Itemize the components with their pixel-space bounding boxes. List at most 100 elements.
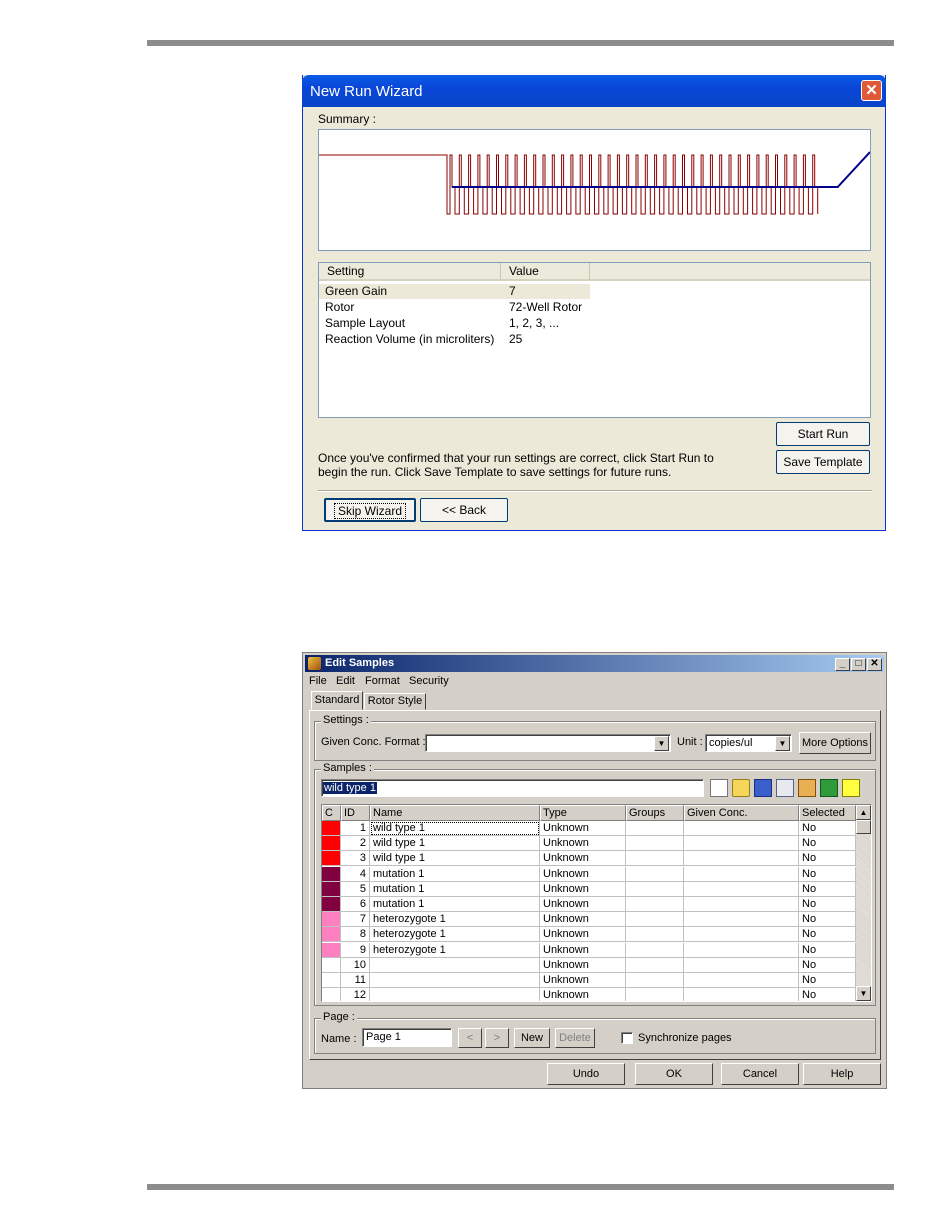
cell-groups[interactable] — [626, 821, 684, 836]
cell-selected[interactable]: No — [799, 881, 856, 897]
col-header-id[interactable]: ID — [341, 805, 370, 821]
cell-conc[interactable] — [684, 866, 799, 882]
cell-groups[interactable] — [626, 851, 684, 867]
cell-type[interactable]: Unknown — [540, 957, 626, 973]
table-row[interactable]: 6 mutation 1 Unknown No — [322, 897, 856, 912]
color-swatch[interactable] — [322, 988, 341, 1001]
setting-cell[interactable]: Rotor — [325, 300, 354, 315]
cell-selected[interactable]: No — [799, 942, 856, 958]
chevron-down-icon[interactable]: ▼ — [654, 736, 669, 751]
col-header-type[interactable]: Type — [540, 805, 626, 821]
help-button[interactable]: Help — [803, 1063, 881, 1085]
unit-select[interactable]: copies/ul ▼ — [705, 734, 792, 752]
skip-wizard-button[interactable]: Skip Wizard — [324, 498, 416, 522]
table-row[interactable]: 5 mutation 1 Unknown No — [322, 881, 856, 897]
open-icon[interactable] — [732, 779, 750, 797]
cell-id[interactable]: 10 — [341, 957, 370, 973]
cell-groups[interactable] — [626, 912, 684, 928]
sample-name-input[interactable]: wild type 1 — [321, 779, 704, 797]
cell-selected[interactable]: No — [799, 957, 856, 973]
menu-security[interactable]: Security — [409, 675, 449, 687]
cell-conc[interactable] — [684, 988, 799, 1001]
cell-id[interactable]: 12 — [341, 988, 370, 1001]
cell-id[interactable]: 8 — [341, 927, 370, 943]
cell-id[interactable]: 2 — [341, 836, 370, 852]
color-swatch[interactable] — [322, 912, 341, 928]
cell-name[interactable]: wild type 1 — [370, 836, 540, 852]
highlight-icon[interactable] — [842, 779, 860, 797]
color-swatch[interactable] — [322, 881, 341, 897]
cell-name[interactable]: heterozygote 1 — [370, 912, 540, 928]
cell-type[interactable]: Unknown — [540, 927, 626, 943]
color-swatch[interactable] — [322, 897, 341, 912]
col-header-given-conc[interactable]: Given Conc. — [684, 805, 799, 821]
value-cell[interactable]: 25 — [509, 332, 522, 347]
table-row[interactable]: 12 Unknown No — [322, 988, 856, 1001]
cell-selected[interactable]: No — [799, 836, 856, 852]
cell-conc[interactable] — [684, 821, 799, 836]
cell-conc[interactable] — [684, 973, 799, 988]
cell-name[interactable] — [370, 973, 540, 988]
table-row[interactable]: 9 heterozygote 1 Unknown No — [322, 942, 856, 958]
cancel-button[interactable]: Cancel — [721, 1063, 799, 1085]
delete-page-button[interactable]: Delete — [555, 1028, 595, 1048]
cell-conc[interactable] — [684, 897, 799, 912]
value-cell[interactable]: 7 — [509, 284, 516, 299]
chevron-down-icon[interactable]: ▼ — [775, 736, 790, 751]
color-swatch[interactable] — [322, 821, 341, 836]
cell-id[interactable]: 3 — [341, 851, 370, 867]
scroll-down-icon[interactable]: ▼ — [856, 986, 871, 1001]
cell-type[interactable]: Unknown — [540, 942, 626, 958]
cell-selected[interactable]: No — [799, 973, 856, 988]
setting-cell[interactable]: Reaction Volume (in microliters) — [325, 332, 494, 347]
value-cell[interactable]: 1, 2, 3, ... — [509, 316, 559, 331]
color-swatch[interactable] — [322, 927, 341, 943]
table-row[interactable]: 11 Unknown No — [322, 973, 856, 988]
cell-groups[interactable] — [626, 881, 684, 897]
setting-column-header[interactable]: Setting — [319, 263, 501, 281]
color-swatch[interactable] — [322, 851, 341, 867]
cell-id[interactable]: 5 — [341, 881, 370, 897]
tab-rotor-style[interactable]: Rotor Style — [364, 693, 426, 710]
cell-type[interactable]: Unknown — [540, 836, 626, 852]
cell-conc[interactable] — [684, 881, 799, 897]
table-row[interactable]: 3 wild type 1 Unknown No — [322, 851, 856, 867]
cell-groups[interactable] — [626, 927, 684, 943]
table-row[interactable]: 8 heterozygote 1 Unknown No — [322, 927, 856, 943]
cell-conc[interactable] — [684, 957, 799, 973]
value-cell[interactable]: 72-Well Rotor — [509, 300, 582, 315]
table-row[interactable]: 4 mutation 1 Unknown No — [322, 866, 856, 882]
cell-id[interactable]: 4 — [341, 866, 370, 882]
menu-edit[interactable]: Edit — [336, 675, 355, 687]
menu-file[interactable]: File — [309, 675, 327, 687]
cell-name[interactable] — [370, 988, 540, 1001]
scroll-up-icon[interactable]: ▲ — [856, 805, 871, 820]
synchronize-checkbox[interactable] — [621, 1032, 633, 1044]
setting-cell[interactable]: Green Gain — [325, 284, 387, 299]
undo-button[interactable]: Undo — [547, 1063, 625, 1085]
cell-id[interactable]: 11 — [341, 973, 370, 988]
cell-conc[interactable] — [684, 836, 799, 852]
table-row[interactable]: 7 heterozygote 1 Unknown No — [322, 912, 856, 928]
close-icon[interactable]: ✕ — [867, 658, 882, 671]
cell-type[interactable]: Unknown — [540, 973, 626, 988]
cell-groups[interactable] — [626, 957, 684, 973]
scroll-thumb[interactable] — [856, 820, 871, 834]
cell-conc[interactable] — [684, 912, 799, 928]
cell-groups[interactable] — [626, 897, 684, 912]
cell-name[interactable]: mutation 1 — [370, 881, 540, 897]
color-swatch[interactable] — [322, 942, 341, 958]
cell-conc[interactable] — [684, 851, 799, 867]
col-header-groups[interactable]: Groups — [626, 805, 684, 821]
save-icon[interactable] — [754, 779, 772, 797]
cell-groups[interactable] — [626, 836, 684, 852]
back-button[interactable]: << Back — [420, 498, 508, 522]
more-options-button[interactable]: More Options — [799, 732, 871, 754]
col-header-selected[interactable]: Selected — [799, 805, 856, 821]
cell-id[interactable]: 6 — [341, 897, 370, 912]
cell-name[interactable] — [370, 957, 540, 973]
table-row[interactable]: 1 wild type 1 Unknown No — [322, 821, 856, 836]
cell-type[interactable]: Unknown — [540, 866, 626, 882]
cell-groups[interactable] — [626, 973, 684, 988]
col-header-name[interactable]: Name — [370, 805, 540, 821]
